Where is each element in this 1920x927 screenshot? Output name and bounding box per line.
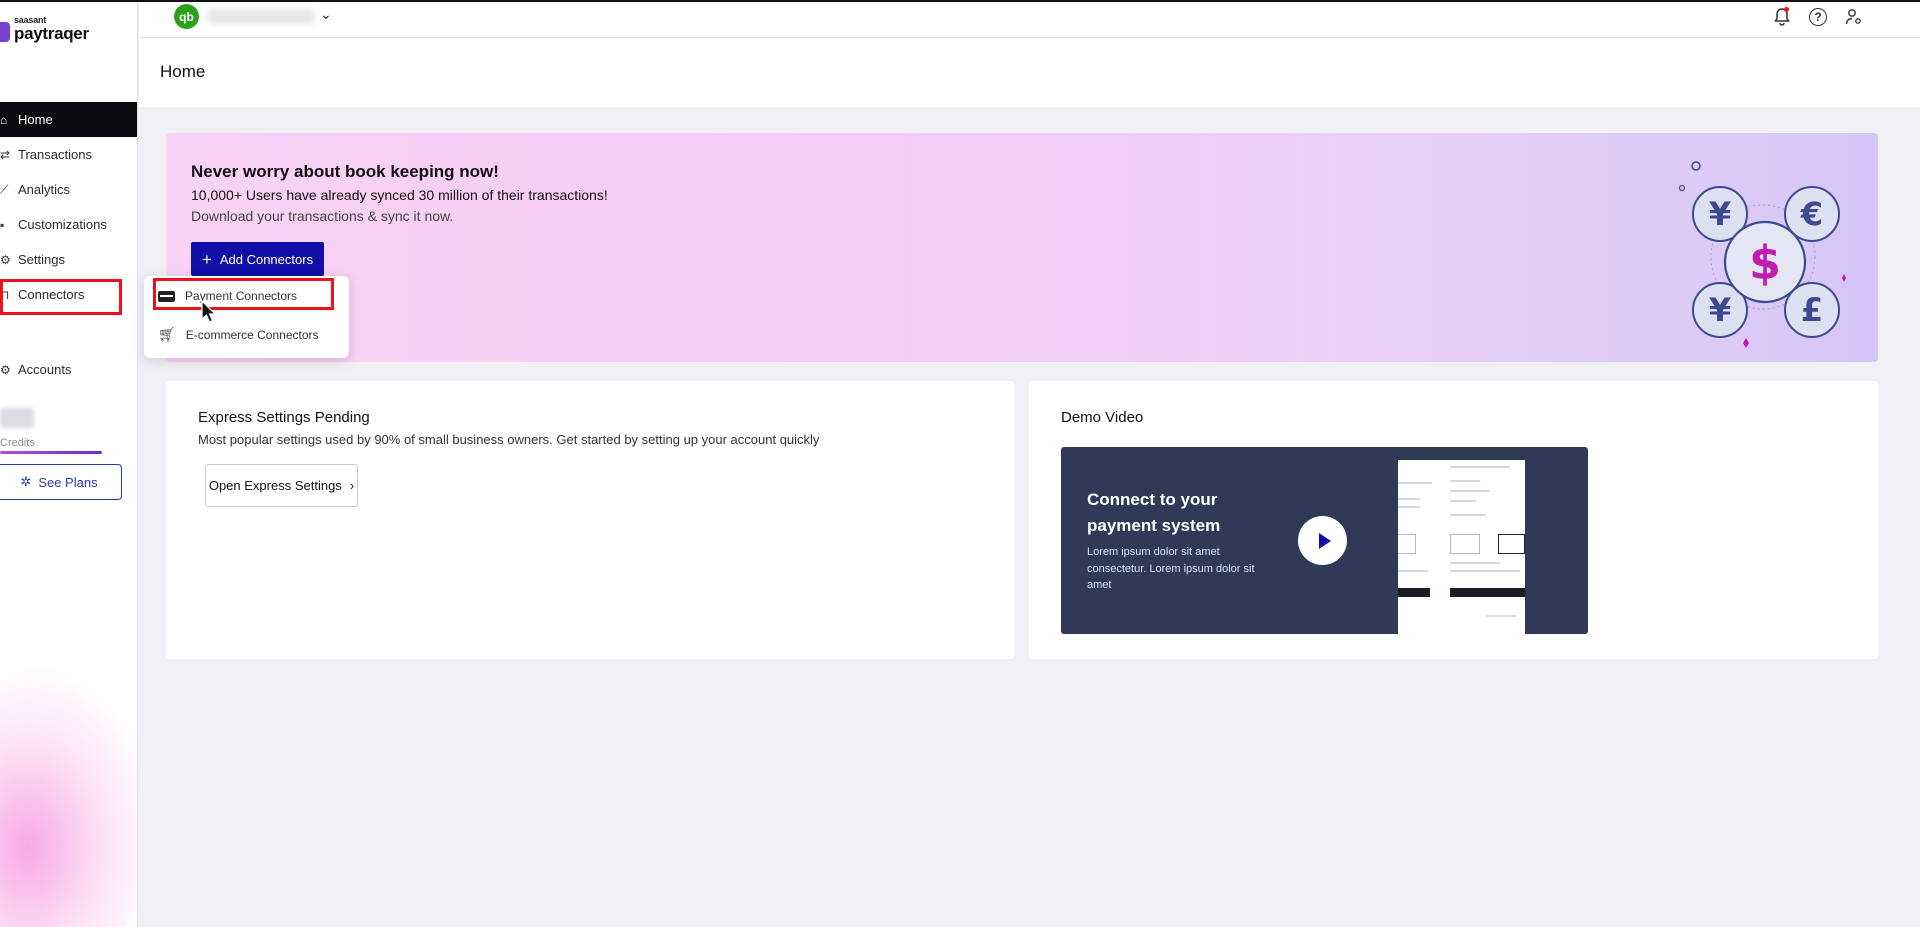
sidebar-item-transactions[interactable]: ⇄ Transactions [0,137,137,172]
sidebar-item-label: Connectors [18,287,85,302]
connectors-dropdown-menu: Payment Connectors 🛒︎ E-commerce Connect… [144,276,349,358]
sidebar-item-customizations[interactable]: ▪ Customizations [0,207,137,242]
svg-text:£: £ [1801,291,1823,329]
chevron-right-icon: › [349,478,355,493]
sidebar-item-home[interactable]: ⌂ Home [0,102,137,137]
sidebar-item-label: Settings [18,252,65,267]
page-title: Home [160,62,206,81]
banner-subtitle-secondary: Download your transactions & sync it now… [191,208,454,224]
video-caption: Lorem ipsum dolor sit amet consectetur. … [1087,546,1255,591]
video-heading: Connect to your payment system [1087,490,1221,535]
logo-brand-name: paytraqer [14,24,89,43]
top-header: qb ⌄ ? [139,2,1920,38]
play-icon [1318,532,1331,549]
currency-illustration-icon: ¥ € ¥ £ $ [1678,161,1846,348]
accounts-icon: ⚙ [0,362,11,377]
sidebar-item-settings[interactable]: ⚙ Settings [0,242,137,277]
sidebar-nav: ⌂ Home ⇄ Transactions ⟋ Analytics ▪ Cust… [0,102,137,387]
quickbooks-logo-icon: qb [174,4,199,29]
express-settings-card: Express Settings Pending Most popular se… [166,381,1014,659]
credits-progress-bar [0,451,102,454]
mouse-cursor-icon [201,300,217,323]
open-express-settings-button[interactable]: Open Express Settings › [205,464,358,507]
sidebar-item-analytics[interactable]: ⟋ Analytics [0,172,137,207]
demo-video-title: Demo Video [1061,409,1144,426]
open-express-settings-label: Open Express Settings [208,478,342,493]
credit-card-icon [158,290,175,302]
sidebar-decoration [0,667,137,927]
add-connectors-label: Add Connectors [219,251,314,267]
app-logo[interactable]: saasant paytraqer [0,16,89,42]
sidebar-item-label: Home [18,112,53,127]
express-settings-description: Most popular settings used by 90% of sma… [198,432,820,447]
sidebar-item-label: Customizations [18,217,107,232]
promo-banner: Never worry about book keeping now! 10,0… [166,133,1878,362]
home-icon: ⌂ [0,112,8,127]
cart-icon: 🛒︎ [158,326,176,342]
chart-icon: ⟋ [0,182,9,196]
banner-title: Never worry about book keeping now! [191,162,499,181]
grid-icon: ▪ [0,217,5,232]
banner-subtitle: 10,000+ Users have already synced 30 mil… [191,187,608,203]
gear-icon: ⚙ [0,252,11,267]
sidebar-item-label: Transactions [18,147,92,162]
menu-item-label: E-commerce Connectors [185,327,319,342]
sidebar: saasant paytraqer ⌂ Home ⇄ Transactions … [0,2,138,927]
plus-icon: + [201,249,212,269]
menu-item-payment-connectors[interactable]: Payment Connectors [158,289,297,303]
sidebar-item-label: Analytics [18,182,71,197]
see-plans-button[interactable]: ✲ See Plans [0,464,122,500]
play-button[interactable] [1298,516,1347,565]
svg-text:$: $ [1749,236,1781,290]
logo-mark-icon [0,22,10,42]
see-plans-label: See Plans [38,474,98,490]
svg-text:¥: ¥ [1709,291,1731,329]
help-icon[interactable]: ? [1808,7,1828,27]
company-name-blurred[interactable] [207,9,315,24]
page-title-bar: Home [139,38,1920,107]
svg-text:€: € [1800,195,1823,233]
svg-text:¥: ¥ [1709,195,1731,233]
sparkle-icon: ✲ [20,474,32,489]
sidebar-item-connectors[interactable]: ⊓ Connectors [0,277,137,315]
credits-value-blurred [0,408,34,428]
user-settings-icon[interactable] [1844,7,1864,27]
add-connectors-button[interactable]: + Add Connectors [191,242,324,276]
credits-label: Credits [0,437,35,449]
plug-icon: ⊓ [0,287,10,302]
demo-video-card: Demo Video Connect to your payment syste… [1029,381,1878,659]
sidebar-item-accounts[interactable]: ⚙ Accounts [0,352,137,387]
demo-video-player[interactable]: Connect to your payment system Lorem ips… [1061,447,1588,634]
video-thumbnail-mockup [1398,460,1525,634]
notification-dot [1784,7,1789,12]
arrows-icon: ⇄ [0,147,11,162]
bell-icon[interactable] [1772,7,1792,27]
menu-item-ecommerce-connectors[interactable]: 🛒︎ E-commerce Connectors [158,326,319,343]
sidebar-item-label: Accounts [18,362,72,377]
chevron-down-icon[interactable]: ⌄ [320,6,332,23]
express-settings-title: Express Settings Pending [198,409,370,426]
